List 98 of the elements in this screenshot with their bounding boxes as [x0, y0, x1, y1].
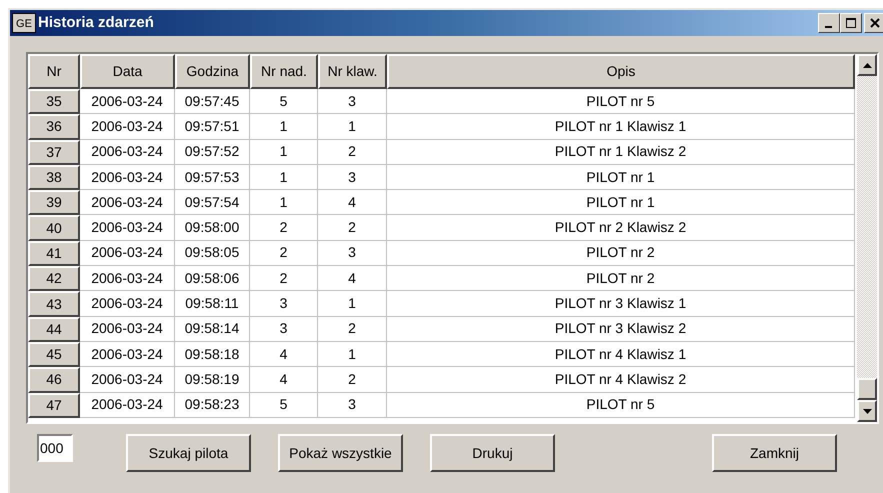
close-icon[interactable]	[864, 13, 883, 33]
table-cell: PILOT nr 5	[387, 392, 855, 418]
table-cell: 3	[318, 164, 387, 190]
table-cell: 5	[250, 89, 318, 114]
table-cell: 2006-03-24	[80, 190, 175, 216]
table-cell: 09:58:00	[175, 215, 250, 241]
table-cell: PILOT nr 2 Klawisz 2	[387, 215, 855, 241]
table-cell: 2006-03-24	[80, 342, 175, 368]
table-cell: 3	[250, 291, 318, 317]
table-cell: 5	[250, 392, 318, 418]
table-cell: 09:58:06	[175, 266, 250, 292]
table-cell: 1	[250, 164, 318, 190]
table-cell: PILOT nr 1 Klawisz 1	[387, 114, 855, 140]
table-cell: 09:57:45	[175, 89, 250, 114]
table-cell: 4	[318, 266, 387, 292]
table-cell: PILOT nr 2	[387, 266, 855, 292]
table-cell: PILOT nr 3 Klawisz 1	[387, 291, 855, 317]
table-cell: 2006-03-24	[80, 240, 175, 266]
maximize-icon[interactable]	[840, 13, 862, 33]
pilot-number-field[interactable]: 000	[37, 434, 73, 462]
row-header[interactable]: 43	[28, 291, 80, 317]
row-header[interactable]: 35	[28, 89, 80, 114]
table-cell: 2006-03-24	[80, 392, 175, 418]
table-cell: PILOT nr 4 Klawisz 2	[387, 367, 855, 393]
row-header[interactable]: 47	[28, 392, 80, 418]
table-cell: 3	[250, 316, 318, 342]
table-cell: 2006-03-24	[80, 140, 175, 165]
table-cell: 2	[250, 215, 318, 241]
row-header[interactable]: 44	[28, 316, 80, 342]
table-cell: 1	[318, 114, 387, 140]
table-cell: 09:58:14	[175, 316, 250, 342]
column-header[interactable]: Godzina	[175, 54, 250, 89]
table-cell: 1	[250, 114, 318, 140]
table-cell: 2006-03-24	[80, 89, 175, 114]
table-cell: 09:57:53	[175, 164, 250, 190]
table-cell: 1	[250, 140, 318, 165]
table-cell: 2006-03-24	[80, 164, 175, 190]
table-cell: 09:58:18	[175, 342, 250, 368]
column-header[interactable]: Data	[80, 54, 175, 89]
table-cell: 2	[250, 266, 318, 292]
table-cell: PILOT nr 1	[387, 190, 855, 216]
table-cell: 4	[318, 190, 387, 216]
table-cell: 3	[318, 240, 387, 266]
table-cell: 2006-03-24	[80, 316, 175, 342]
row-header[interactable]: 37	[28, 140, 80, 165]
table-cell: 09:57:52	[175, 140, 250, 165]
table-cell: 3	[318, 392, 387, 418]
scrollbar[interactable]	[857, 54, 877, 422]
row-header[interactable]: 39	[28, 190, 80, 216]
scroll-up-icon[interactable]	[857, 54, 877, 76]
table-cell: 09:58:05	[175, 240, 250, 266]
table-cell: 2	[318, 140, 387, 165]
action-button[interactable]: Zamknij	[712, 434, 837, 472]
table-cell: 4	[250, 342, 318, 368]
table-cell: PILOT nr 5	[387, 89, 855, 114]
table-cell: 2006-03-24	[80, 291, 175, 317]
table-cell: 09:58:19	[175, 367, 250, 393]
table-cell: 09:57:54	[175, 190, 250, 216]
table-cell: 4	[250, 367, 318, 393]
table-cell: PILOT nr 3 Klawisz 2	[387, 316, 855, 342]
table-cell: 3	[318, 89, 387, 114]
table-cell: 1	[318, 291, 387, 317]
action-button[interactable]: Pokaż wszystkie	[278, 434, 403, 472]
table-cell: 1	[318, 342, 387, 368]
table-cell: PILOT nr 2	[387, 240, 855, 266]
action-button[interactable]: Drukuj	[430, 434, 555, 472]
column-header[interactable]: Nr	[28, 54, 80, 89]
row-header[interactable]: 46	[28, 367, 80, 393]
table-cell: 09:58:23	[175, 392, 250, 418]
table-cell: 1	[250, 190, 318, 216]
table-cell: 2006-03-24	[80, 114, 175, 140]
table-cell: 2006-03-24	[80, 266, 175, 292]
row-header[interactable]: 36	[28, 114, 80, 140]
column-header[interactable]: Nr nad.	[250, 54, 318, 89]
row-header[interactable]: 41	[28, 240, 80, 266]
scroll-thumb[interactable]	[857, 378, 877, 400]
scroll-down-icon[interactable]	[857, 400, 877, 422]
table-cell: 2	[318, 215, 387, 241]
table-cell: 2006-03-24	[80, 367, 175, 393]
row-header[interactable]: 45	[28, 342, 80, 368]
action-button[interactable]: Szukaj pilota	[126, 434, 251, 472]
minimize-icon[interactable]	[818, 13, 840, 33]
table-cell: 09:58:11	[175, 291, 250, 317]
row-header[interactable]: 38	[28, 164, 80, 190]
table-cell: 2	[318, 316, 387, 342]
window-title: Historia zdarzeń	[38, 12, 154, 33]
table-cell: 2	[250, 240, 318, 266]
row-header[interactable]: 42	[28, 266, 80, 292]
column-header[interactable]: Opis	[387, 54, 855, 89]
table-cell: PILOT nr 1	[387, 164, 855, 190]
table-cell: 2006-03-24	[80, 215, 175, 241]
table-cell: PILOT nr 4 Klawisz 1	[387, 342, 855, 368]
table-cell: 09:57:51	[175, 114, 250, 140]
row-header[interactable]: 40	[28, 215, 80, 241]
app-icon: GE	[12, 13, 36, 33]
table-cell: PILOT nr 1 Klawisz 2	[387, 140, 855, 165]
table-cell: 2	[318, 367, 387, 393]
column-header[interactable]: Nr klaw.	[318, 54, 387, 89]
